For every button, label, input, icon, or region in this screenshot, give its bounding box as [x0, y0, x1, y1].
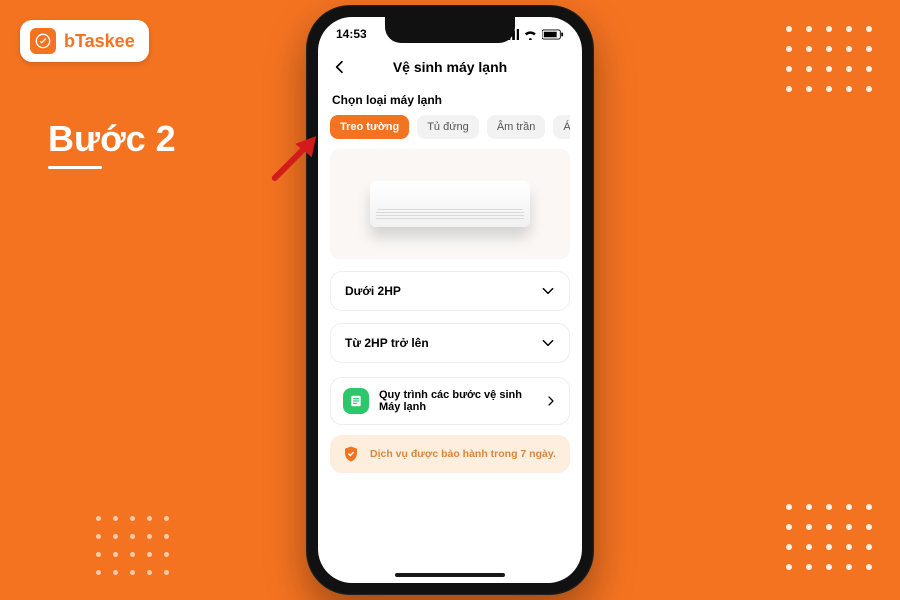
- step-label: Bước 2: [48, 118, 176, 160]
- back-button[interactable]: [328, 55, 352, 79]
- phone-screen: 14:53 Vệ sinh máy lạnh Chọn loại máy lạn…: [318, 17, 582, 583]
- chip-wall-mounted[interactable]: Treo tường: [330, 115, 409, 139]
- process-link[interactable]: Quy trình các bước vệ sinh Máy lạnh: [330, 377, 570, 425]
- content-area: Chọn loại máy lạnh Treo tường Tủ đứng Âm…: [318, 83, 582, 583]
- ac-unit-illustration: [370, 181, 530, 227]
- ac-type-tabs: Treo tường Tủ đứng Âm trần Áp trần: [330, 115, 570, 139]
- chip-ceiling-cassette[interactable]: Âm trần: [487, 115, 546, 139]
- decorative-dots: [786, 26, 872, 92]
- battery-icon: [542, 29, 564, 40]
- decorative-dots: [786, 504, 872, 570]
- warranty-banner: Dịch vụ được bảo hành trong 7 ngày.: [330, 435, 570, 473]
- option-label: Dưới 2HP: [345, 284, 401, 298]
- brand-logo: bTaskee: [20, 20, 149, 62]
- shield-icon: [342, 445, 360, 463]
- decorative-dots: [96, 516, 169, 576]
- phone-frame: 14:53 Vệ sinh máy lạnh Chọn loại máy lạn…: [306, 5, 594, 595]
- process-link-label: Quy trình các bước vệ sinh Máy lạnh: [379, 389, 535, 413]
- checklist-icon: [343, 388, 369, 414]
- warranty-text: Dịch vụ được bảo hành trong 7 ngày.: [370, 448, 556, 460]
- phone-notch: [385, 17, 515, 43]
- chevron-left-icon: [332, 59, 348, 75]
- step-underline: [48, 166, 102, 169]
- chip-ceiling-suspended[interactable]: Áp trần: [553, 115, 570, 139]
- chevron-right-icon: [545, 395, 557, 407]
- chip-standing[interactable]: Tủ đứng: [417, 115, 479, 139]
- capacity-option[interactable]: Dưới 2HP: [330, 271, 570, 311]
- status-time: 14:53: [336, 27, 367, 41]
- wifi-icon: [523, 29, 538, 40]
- brand-mark-icon: [30, 28, 56, 54]
- page-title: Vệ sinh máy lạnh: [393, 59, 507, 75]
- ac-preview: [330, 149, 570, 259]
- section-title: Chọn loại máy lạnh: [332, 93, 568, 107]
- chevron-down-icon: [541, 284, 555, 298]
- home-indicator[interactable]: [395, 573, 505, 577]
- nav-bar: Vệ sinh máy lạnh: [318, 51, 582, 83]
- option-label: Từ 2HP trở lên: [345, 336, 429, 350]
- brand-name: bTaskee: [64, 31, 135, 52]
- capacity-option[interactable]: Từ 2HP trở lên: [330, 323, 570, 363]
- chevron-down-icon: [541, 336, 555, 350]
